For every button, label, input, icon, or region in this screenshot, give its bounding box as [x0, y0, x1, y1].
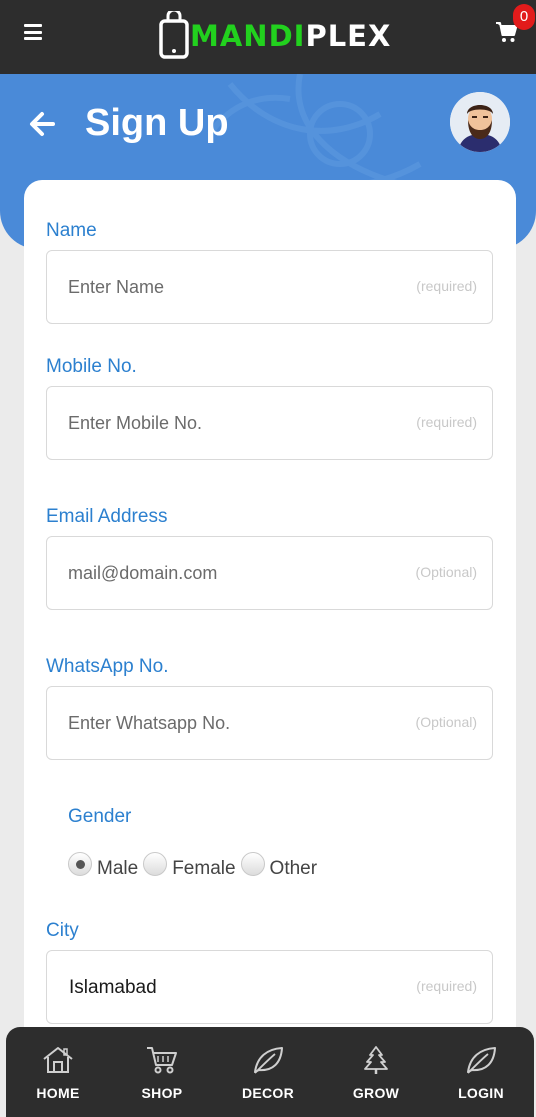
mobile-field[interactable]: (required)	[46, 386, 493, 460]
email-input[interactable]	[68, 537, 388, 609]
nav-label-decor: DECOR	[241, 1085, 295, 1101]
avatar-icon	[450, 92, 510, 152]
nav-item-shop[interactable]: SHOP	[112, 1045, 212, 1109]
gender-label: Gender	[68, 806, 132, 827]
gender-radio-female[interactable]	[143, 852, 168, 876]
nav-item-grow[interactable]: GROW	[326, 1045, 426, 1109]
logo-text-secondary: PLEX	[305, 18, 392, 53]
gender-option-female-label[interactable]: Female	[172, 858, 235, 880]
name-label: Name	[46, 220, 97, 241]
logo-text-primary: MANDI	[190, 18, 306, 53]
whatsapp-label: WhatsApp No.	[46, 656, 169, 677]
gender-radio-male[interactable]	[68, 852, 92, 876]
city-label: City	[46, 920, 79, 941]
user-avatar[interactable]	[450, 92, 510, 152]
whatsapp-field[interactable]: (Optional)	[46, 686, 493, 760]
mobile-required-hint: (required)	[416, 414, 477, 430]
nav-label-home: HOME	[36, 1085, 80, 1101]
home-icon	[43, 1047, 73, 1073]
nav-item-decor[interactable]: DECOR	[218, 1045, 318, 1109]
mobile-label: Mobile No.	[46, 356, 137, 377]
email-field[interactable]: (Optional)	[46, 536, 493, 610]
hamburger-menu-icon[interactable]	[24, 24, 42, 40]
nav-item-home[interactable]: HOME	[8, 1045, 108, 1109]
city-required-hint: (required)	[416, 978, 477, 994]
nav-label-login: LOGIN	[458, 1085, 504, 1101]
city-value[interactable]: Islamabad	[69, 977, 157, 999]
gender-radio-group: Male Female Other	[68, 850, 322, 880]
name-required-hint: (required)	[416, 278, 477, 294]
page-title: Sign Up	[85, 102, 229, 144]
gender-option-other-label[interactable]: Other	[270, 858, 318, 880]
whatsapp-optional-hint: (Optional)	[415, 714, 477, 730]
email-optional-hint: (Optional)	[415, 564, 477, 580]
whatsapp-input[interactable]	[68, 687, 388, 759]
tree-icon	[364, 1046, 388, 1074]
nav-item-login[interactable]: LOGIN	[431, 1045, 531, 1109]
gender-option-male-label[interactable]: Male	[97, 858, 138, 880]
shopping-bag-logo-icon	[159, 11, 189, 59]
gender-radio-other[interactable]	[240, 852, 265, 876]
nav-label-grow: GROW	[352, 1085, 400, 1101]
cart-count-badge: 0	[513, 4, 535, 30]
leaf-icon	[254, 1047, 283, 1074]
name-field[interactable]: (required)	[46, 250, 493, 324]
app-logo[interactable]: MANDI PLEX	[158, 8, 391, 64]
back-arrow-icon[interactable]	[28, 110, 56, 138]
cart-icon	[147, 1047, 177, 1074]
leaf-icon	[467, 1047, 496, 1074]
name-input[interactable]	[68, 251, 388, 323]
top-bar: MANDI PLEX 0	[0, 0, 536, 74]
city-field[interactable]: Islamabad (required)	[46, 950, 493, 1024]
bottom-navigation: HOME SHOP DECOR GROW LOGIN	[6, 1027, 534, 1117]
email-label: Email Address	[46, 506, 168, 527]
nav-label-shop: SHOP	[141, 1085, 183, 1101]
mobile-input[interactable]	[68, 387, 388, 459]
signup-form-card: Name (required) Mobile No. (required) Em…	[24, 180, 516, 1100]
